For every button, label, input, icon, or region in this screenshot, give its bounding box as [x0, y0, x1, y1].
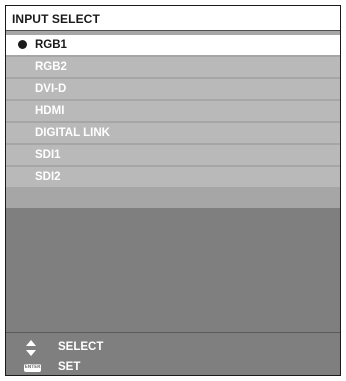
set-guide: ENTER SET: [6, 359, 340, 377]
key-guide-footer: SELECT ENTER SET: [6, 332, 340, 375]
set-label: SET: [58, 361, 81, 373]
input-item-label: SDI2: [35, 171, 61, 183]
input-item-label: RGB2: [35, 61, 67, 73]
input-item-sdi1[interactable]: SDI1: [6, 145, 340, 165]
input-item-label: RGB1: [35, 39, 67, 51]
selected-bullet-icon: [18, 40, 27, 49]
title-bar: INPUT SELECT: [6, 6, 340, 31]
select-guide: SELECT: [6, 339, 340, 357]
input-item-digital-link[interactable]: DIGITAL LINK: [6, 123, 340, 143]
empty-list-area: [6, 208, 340, 332]
input-item-label: HDMI: [35, 105, 65, 117]
menu-title: INPUT SELECT: [12, 12, 100, 26]
up-down-arrow-icon: [26, 340, 36, 356]
input-item-sdi2[interactable]: SDI2: [6, 167, 340, 187]
enter-icon: ENTER: [24, 364, 41, 372]
input-item-label: DVI-D: [35, 83, 67, 95]
input-item-label: SDI1: [35, 149, 61, 161]
input-item-hdmi[interactable]: HDMI: [6, 101, 340, 121]
input-select-menu: INPUT SELECT RGB1 RGB2 DVI-D HDMI DIGITA…: [5, 5, 341, 376]
input-list: RGB1 RGB2 DVI-D HDMI DIGITAL LINK SDI1 S…: [6, 35, 340, 189]
input-item-rgb2[interactable]: RGB2: [6, 57, 340, 77]
input-item-label: DIGITAL LINK: [35, 127, 110, 139]
input-item-dvi-d[interactable]: DVI-D: [6, 79, 340, 99]
select-label: SELECT: [58, 341, 104, 353]
input-item-rgb1[interactable]: RGB1: [6, 35, 340, 55]
